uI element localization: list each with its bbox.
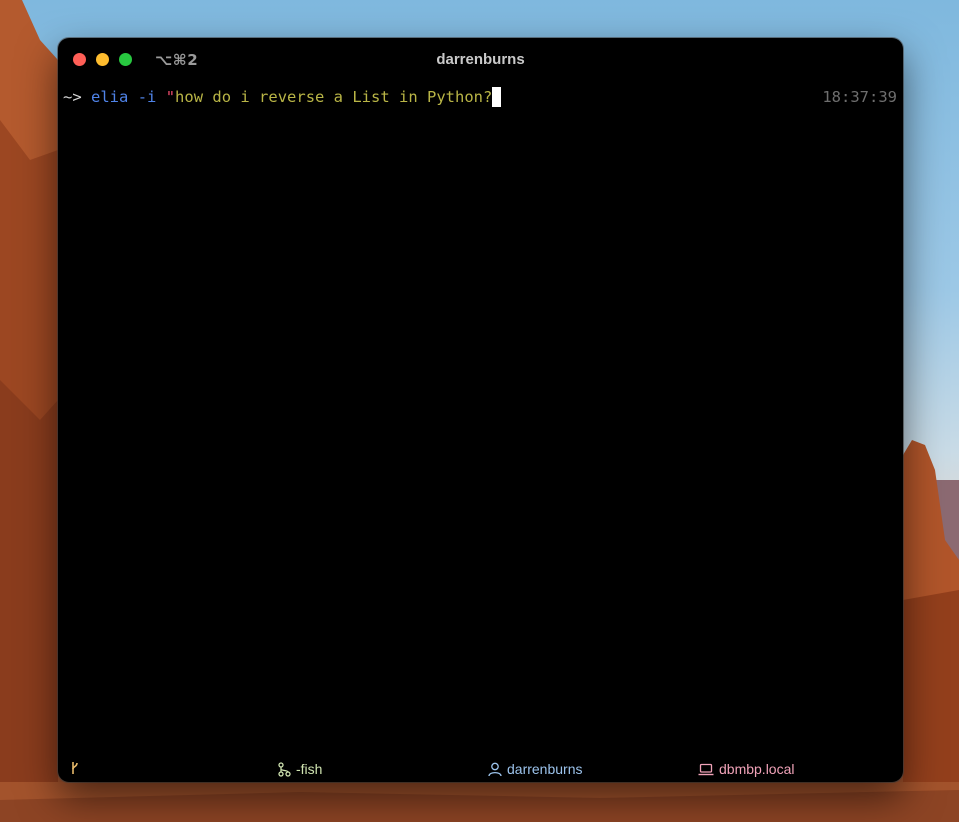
git-branch-icon bbox=[70, 761, 80, 775]
status-user: darrenburns bbox=[488, 761, 583, 777]
command-line[interactable]: ~> elia -i "how do i reverse a List in P… bbox=[63, 87, 502, 107]
title-bar[interactable]: ⌥⌘2 darrenburns bbox=[58, 38, 903, 82]
shell-label: -fish bbox=[296, 761, 323, 777]
laptop-icon bbox=[698, 763, 714, 776]
status-branch bbox=[70, 761, 80, 775]
window-title: darrenburns bbox=[436, 51, 525, 68]
command-name: elia bbox=[91, 88, 129, 106]
host-label: dbmbp.local bbox=[719, 761, 795, 777]
user-label: darrenburns bbox=[507, 761, 583, 777]
status-host: dbmbp.local bbox=[698, 761, 795, 777]
prompt-timestamp: 18:37:39 bbox=[822, 88, 897, 106]
text-cursor bbox=[492, 87, 502, 107]
status-bar: -fish darrenburns dbmbp.local bbox=[58, 756, 903, 782]
person-icon bbox=[488, 762, 502, 777]
status-shell: -fish bbox=[278, 761, 322, 777]
prompt-symbol: ~> bbox=[63, 88, 82, 106]
git-fork-icon bbox=[278, 761, 291, 777]
command-argument: how do i reverse a List in Python? bbox=[175, 88, 493, 106]
quote-mark: " bbox=[165, 88, 176, 106]
terminal-window[interactable]: ⌥⌘2 darrenburns ~> elia -i "how do i rev… bbox=[58, 38, 903, 782]
command-flag: -i bbox=[137, 88, 157, 106]
